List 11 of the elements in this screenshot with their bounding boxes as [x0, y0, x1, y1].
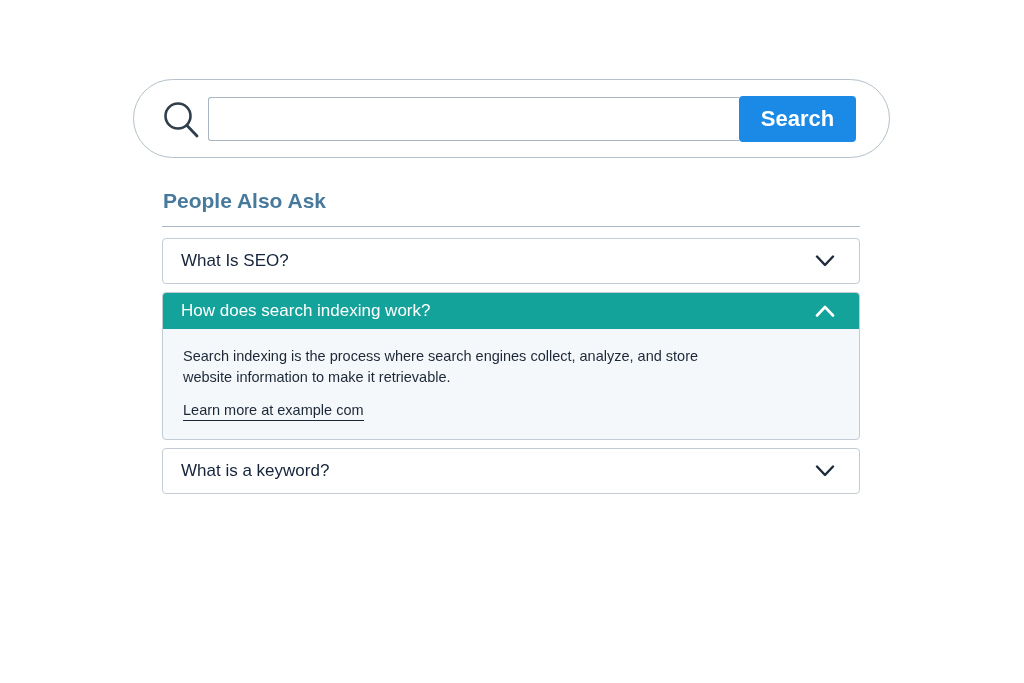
- learn-more-link[interactable]: Learn more at example com: [183, 401, 364, 421]
- section-heading: People Also Ask: [163, 188, 326, 214]
- chevron-down-icon: [815, 465, 835, 477]
- chevron-down-icon: [815, 255, 835, 267]
- question-header[interactable]: What Is SEO?: [162, 238, 860, 284]
- question-header[interactable]: What is a keyword?: [162, 448, 860, 494]
- chevron-up-icon: [815, 305, 835, 317]
- search-icon: [163, 101, 199, 138]
- search-button[interactable]: Search: [739, 95, 856, 142]
- answer-text: Search indexing is the process where search engines collect, analyze, and store website information to make it retrievable.: [183, 347, 700, 387]
- search-field[interactable]: [208, 96, 739, 141]
